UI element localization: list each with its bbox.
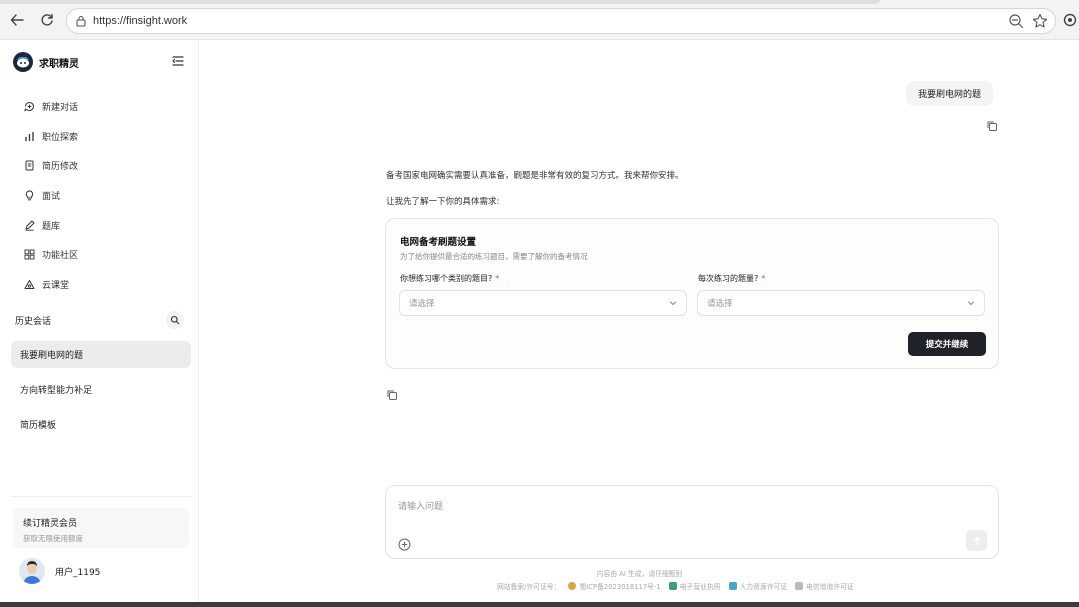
quantity-field-label: 每次练习的题量? * [698,274,766,283]
zoom-icon[interactable] [1008,13,1024,32]
chat-plus-icon [23,101,35,113]
user-message-bubble: 我要刷电网的题 [906,81,994,106]
address-bar[interactable]: https://finsight.work [66,8,1056,34]
hr-license-link[interactable]: 人力资源许可证 [728,581,787,591]
ai-message-line: 让我先了解一下你的具体需求: [386,197,500,207]
footer-links: 网站备案/许可证号： 蜀ICP备2023018117号-1 电子营业执照 人力资… [497,581,862,591]
sidebar: 求职精灵 新建对话 职位探索 简历修改 面试 题库 功能社区 云课堂 历史会话 … [3,40,199,602]
certificate-icon [728,582,737,590]
sidebar-item-label: 题库 [42,221,61,232]
copy-icon[interactable] [386,389,398,401]
brand-logo-icon [13,52,33,72]
sidebar-menu: 新建对话 职位探索 简历修改 面试 题库 功能社区 云课堂 [3,92,199,299]
sidebar-item-interview[interactable]: 面试 [3,181,199,211]
brand[interactable]: 求职精灵 [13,52,79,72]
reload-icon[interactable] [38,11,56,29]
browser-toolbar: https://finsight.work [0,0,1079,40]
history-item[interactable]: 方向转型能力补足 [11,376,191,403]
police-badge-icon [568,582,577,590]
category-select-placeholder: 请选择 [409,299,435,309]
history-list: 我要刷电网的题 方向转型能力补足 简历模板 [11,341,191,446]
sidebar-item-label: 简历修改 [42,162,79,173]
chevron-down-icon [669,299,677,310]
back-icon[interactable] [8,11,26,29]
lightbulb-icon [23,190,35,202]
triangle-shapes-icon [23,278,35,290]
user-name: 用户_1195 [55,567,101,578]
quantity-select-placeholder: 请选择 [707,299,733,309]
collapse-sidebar-icon[interactable] [171,54,185,68]
url-text[interactable]: https://finsight.work [93,15,187,27]
history-search-icon[interactable] [166,311,184,329]
pencil-icon [23,219,35,231]
chevron-down-icon [967,299,975,310]
brand-name: 求职精灵 [39,58,79,70]
taskbar-strip [0,602,1079,607]
sidebar-item-label: 云课堂 [42,280,70,291]
member-upgrade-card[interactable]: 续订精灵会员 获取无限使用额度 [13,508,189,548]
telecom-license-link[interactable]: 电信增值许可证 [795,581,854,591]
member-title: 续订精灵会员 [23,519,78,529]
member-subtitle: 获取无限使用额度 [23,534,83,543]
quantity-select[interactable]: 请选择 [697,290,985,316]
chat-input[interactable]: 请输入问题 [398,499,443,512]
sidebar-item-label: 新建对话 [42,103,79,114]
shield-icon [668,582,677,590]
form-description: 为了给你提供最合适的练习题目，需要了解你的备考情况 [400,252,588,261]
avatar[interactable] [19,558,45,584]
business-license-link[interactable]: 电子营业执照 [668,581,721,591]
bar-chart-icon [23,130,35,142]
sidebar-item-cloud-class[interactable]: 云课堂 [3,270,199,300]
ai-disclaimer: 内容由 AI 生成，请仔细甄别 [596,570,683,578]
site-info-icon[interactable] [75,14,87,31]
category-select[interactable]: 请选择 [399,290,687,316]
history-item[interactable]: 简历模板 [11,411,191,438]
arrow-up-icon [972,536,981,545]
history-title: 历史会话 [15,317,52,327]
history-item[interactable]: 我要刷电网的题 [11,341,191,368]
sidebar-item-job-explore[interactable]: 职位探索 [3,122,199,152]
sidebar-item-label: 面试 [42,192,61,203]
chat-main: 我要刷电网的题 备考国家电网确实需要认真准备，刷题是非常有效的复习方式。我来帮你… [200,40,1079,602]
extensions-icon[interactable] [1062,12,1078,31]
category-field-label: 你想练习哪个类别的题目? * [400,274,500,283]
filing-label: 网站备案/许可证号： [497,583,561,591]
user-profile[interactable]: 用户_1195 [19,558,100,584]
add-attachment-icon[interactable] [398,538,411,551]
sidebar-item-label: 功能社区 [42,251,79,262]
sidebar-item-label: 职位探索 [42,132,79,143]
ai-message-line: 备考国家电网确实需要认真准备，刷题是非常有效的复习方式。我来帮你安排。 [386,171,684,181]
sidebar-item-resume[interactable]: 简历修改 [3,151,199,181]
send-button[interactable] [966,530,987,551]
copy-icon[interactable] [986,120,998,132]
bookmark-star-icon[interactable] [1032,13,1048,32]
sidebar-divider [11,496,191,497]
submit-button[interactable]: 提交并继续 [908,332,986,356]
tab-strip [0,0,880,4]
chat-input-box[interactable]: 请输入问题 [385,485,999,559]
sidebar-item-community[interactable]: 功能社区 [3,240,199,270]
grid-icon [23,249,35,261]
quiz-settings-form: 电网备考刷题设置 为了给你提供最合适的练习题目，需要了解你的备考情况 你想练习哪… [385,218,999,369]
sidebar-item-new-chat[interactable]: 新建对话 [3,92,199,122]
form-title: 电网备考刷题设置 [400,237,477,248]
sidebar-item-question-bank[interactable]: 题库 [3,210,199,240]
document-icon [23,160,35,172]
document-icon [795,582,804,590]
icp-link[interactable]: 蜀ICP备2023018117号-1 [568,581,661,591]
